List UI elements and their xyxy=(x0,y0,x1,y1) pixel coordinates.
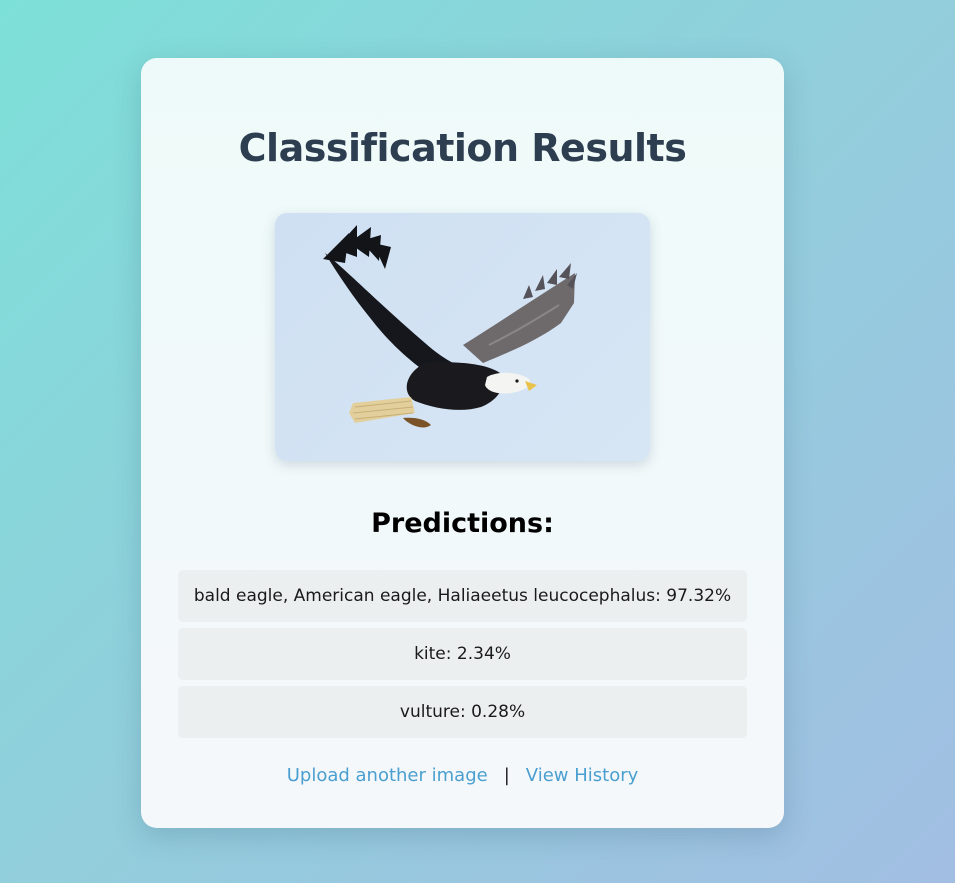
upload-another-image-link[interactable]: Upload another image xyxy=(287,765,488,786)
uploaded-image xyxy=(275,213,650,461)
results-card: Classification Results Predictions: bald… xyxy=(141,58,784,828)
footer-links: Upload another image | View History xyxy=(141,765,784,786)
link-separator: | xyxy=(503,765,510,786)
view-history-link[interactable]: View History xyxy=(526,765,638,786)
prediction-item: kite: 2.34% xyxy=(178,628,747,680)
prediction-item: bald eagle, American eagle, Haliaeetus l… xyxy=(178,570,747,622)
eagle-image xyxy=(323,225,577,428)
predictions-heading: Predictions: xyxy=(371,508,554,539)
predictions-list: bald eagle, American eagle, Haliaeetus l… xyxy=(178,570,747,744)
page-title: Classification Results xyxy=(238,126,687,170)
prediction-item: vulture: 0.28% xyxy=(178,686,747,738)
